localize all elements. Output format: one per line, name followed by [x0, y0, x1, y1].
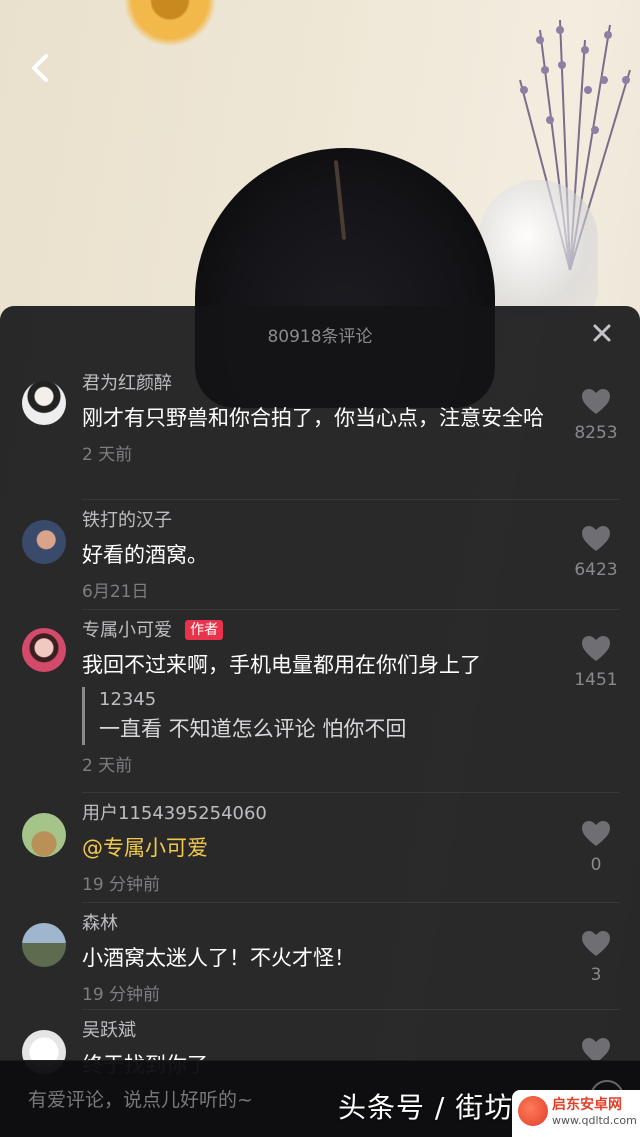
comment-panel: 80918条评论 君为红颜醉 刚才有只野兽和你合拍了，你当心点，注意安全哈 2 … — [0, 306, 640, 1137]
heart-icon — [582, 526, 610, 551]
comment-username[interactable]: 用户1154395254060 — [82, 802, 544, 826]
divider — [82, 902, 620, 903]
comment-time: 2 天前 — [82, 445, 133, 465]
sunflower-image — [122, 0, 218, 50]
like-button[interactable]: 8253 — [566, 388, 626, 444]
divider — [82, 792, 620, 793]
comment-text: 刚才有只野兽和你合拍了，你当心点，注意安全哈 — [82, 406, 544, 430]
comment-header: 专属小可爱 作者 — [82, 619, 544, 643]
like-count: 3 — [590, 965, 602, 985]
site-logo-icon — [518, 1096, 548, 1126]
avatar[interactable] — [22, 923, 66, 967]
comment-time: 19 分钟前 — [82, 985, 161, 1005]
author-badge: 作者 — [185, 620, 224, 640]
comment-panel-header: 80918条评论 — [0, 306, 640, 362]
site-logo-name: 启东安卓网 — [552, 1097, 622, 1113]
chevron-left-icon — [32, 54, 48, 82]
divider — [82, 499, 620, 500]
comment-item: 铁打的汉子 好看的酒窝。 6月21日 6423 — [0, 499, 640, 609]
site-logo-url: www.qdltd.com — [552, 1114, 637, 1127]
like-count: 6423 — [574, 560, 618, 580]
comment-username[interactable]: 吴跃斌 — [82, 1019, 544, 1043]
heart-icon — [582, 931, 610, 956]
like-button[interactable]: 3 — [566, 930, 626, 986]
comment-text: 我回不过来啊，手机电量都用在你们身上了 — [82, 653, 481, 677]
comment-text: 小酒窝太迷人了！不火才怪！ — [82, 946, 355, 970]
comment-count-title: 80918条评论 — [267, 327, 373, 347]
like-count: 8253 — [574, 423, 618, 443]
like-button[interactable]: 0 — [566, 820, 626, 876]
back-button[interactable] — [24, 50, 56, 86]
glass-vase-image — [478, 180, 598, 320]
divider — [82, 609, 620, 610]
heart-icon — [582, 636, 610, 661]
heart-icon — [582, 821, 610, 846]
avatar[interactable] — [22, 381, 66, 425]
comment-username[interactable]: 铁打的汉子 — [82, 509, 544, 533]
comment-text: 好看的酒窝。 — [82, 543, 208, 567]
comment-time: 19 分钟前 — [82, 875, 161, 895]
comment-item: 森林 小酒窝太迷人了！不火才怪！ 19 分钟前 3 — [0, 902, 640, 1009]
close-button[interactable] — [590, 320, 614, 344]
reply-text: 一直看 不知道怎么评论 怕你不回 — [99, 717, 407, 741]
comment-username[interactable]: 君为红颜醉 — [82, 372, 544, 396]
comment-item: 专属小可爱 作者 我回不过来啊，手机电量都用在你们身上了 12345 一直看 不… — [0, 609, 640, 792]
like-button[interactable]: 6423 — [566, 525, 626, 581]
avatar[interactable] — [22, 628, 66, 672]
comment-username[interactable]: 专属小可爱 — [82, 620, 172, 641]
like-button[interactable]: 1451 — [566, 635, 626, 691]
watermark-text: 头条号 / 街坊 — [338, 1091, 514, 1124]
divider — [82, 1009, 620, 1010]
like-count: 0 — [590, 855, 602, 875]
quoted-reply[interactable]: 12345 一直看 不知道怎么评论 怕你不回 — [82, 687, 544, 745]
comment-time: 6月21日 — [82, 582, 149, 602]
comment-item: 用户1154395254060 @专属小可爱 19 分钟前 0 — [0, 792, 640, 902]
comment-item: 君为红颜醉 刚才有只野兽和你合拍了，你当心点，注意安全哈 2 天前 8253 — [0, 362, 640, 499]
mention-link[interactable]: @专属小可爱 — [82, 832, 544, 864]
reply-username: 12345 — [99, 689, 157, 710]
avatar[interactable] — [22, 813, 66, 857]
avatar[interactable] — [22, 520, 66, 564]
comment-input[interactable] — [26, 1079, 330, 1121]
like-count: 1451 — [574, 670, 618, 690]
comment-username[interactable]: 森林 — [82, 912, 544, 936]
comment-time: 2 天前 — [82, 756, 133, 776]
screen: 80918条评论 君为红颜醉 刚才有只野兽和你合拍了，你当心点，注意安全哈 2 … — [0, 0, 640, 1137]
heart-icon — [582, 389, 610, 414]
site-logo: 启东安卓网 www.qdltd.com — [512, 1090, 640, 1137]
close-icon — [593, 324, 611, 342]
